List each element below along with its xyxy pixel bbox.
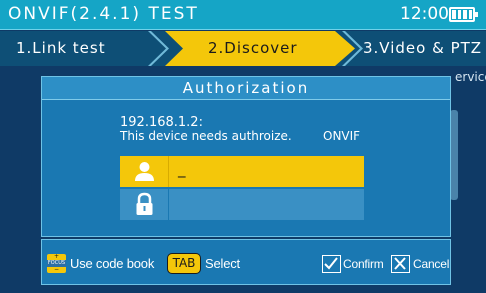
tab-key-icon: TAB (167, 253, 201, 274)
checkbox-x-icon (391, 255, 410, 273)
authorization-dialog: Authorization 192.168.1.2: This device n… (41, 76, 451, 237)
username-value: _ (178, 160, 186, 178)
dialog-title: Authorization (42, 77, 450, 100)
confirm-button[interactable]: Confirm (343, 257, 384, 271)
step-navigation: 1.Link test 2.Discover 3.Video & PTZ (0, 31, 486, 66)
device-message: This device needs authroize. (120, 129, 292, 143)
checkbox-checked-icon (322, 255, 341, 273)
background-scrollbar[interactable] (450, 110, 458, 200)
app-title: ONVIF(2.4.1) TEST (8, 4, 199, 24)
codebook-hint[interactable]: Use code book (70, 256, 154, 271)
focus-key-icon: + FOCUS − (47, 253, 66, 273)
step-link-test[interactable]: 1.Link test (16, 31, 106, 66)
step-discover[interactable]: 2.Discover (208, 31, 298, 66)
select-hint[interactable]: Select (205, 256, 240, 271)
step-video-ptz[interactable]: 3.Video & PTZ (363, 31, 482, 66)
cancel-button[interactable]: Cancel (413, 257, 449, 271)
chevron-right-icon (148, 31, 169, 66)
battery-icon (449, 7, 478, 22)
background-list-text: ervice (455, 70, 486, 84)
key-hints-bar: + FOCUS − Use code book TAB Select Confi… (41, 239, 451, 285)
device-ip: 192.168.1.2: (120, 115, 203, 130)
lock-icon (120, 189, 169, 220)
password-field[interactable] (120, 189, 364, 220)
username-field[interactable]: _ (120, 156, 364, 187)
title-bar: ONVIF(2.4.1) TEST 12:00 (0, 0, 486, 30)
user-icon (120, 156, 169, 187)
protocol-label: ONVIF (323, 129, 361, 143)
clock: 12:00 (400, 4, 449, 24)
